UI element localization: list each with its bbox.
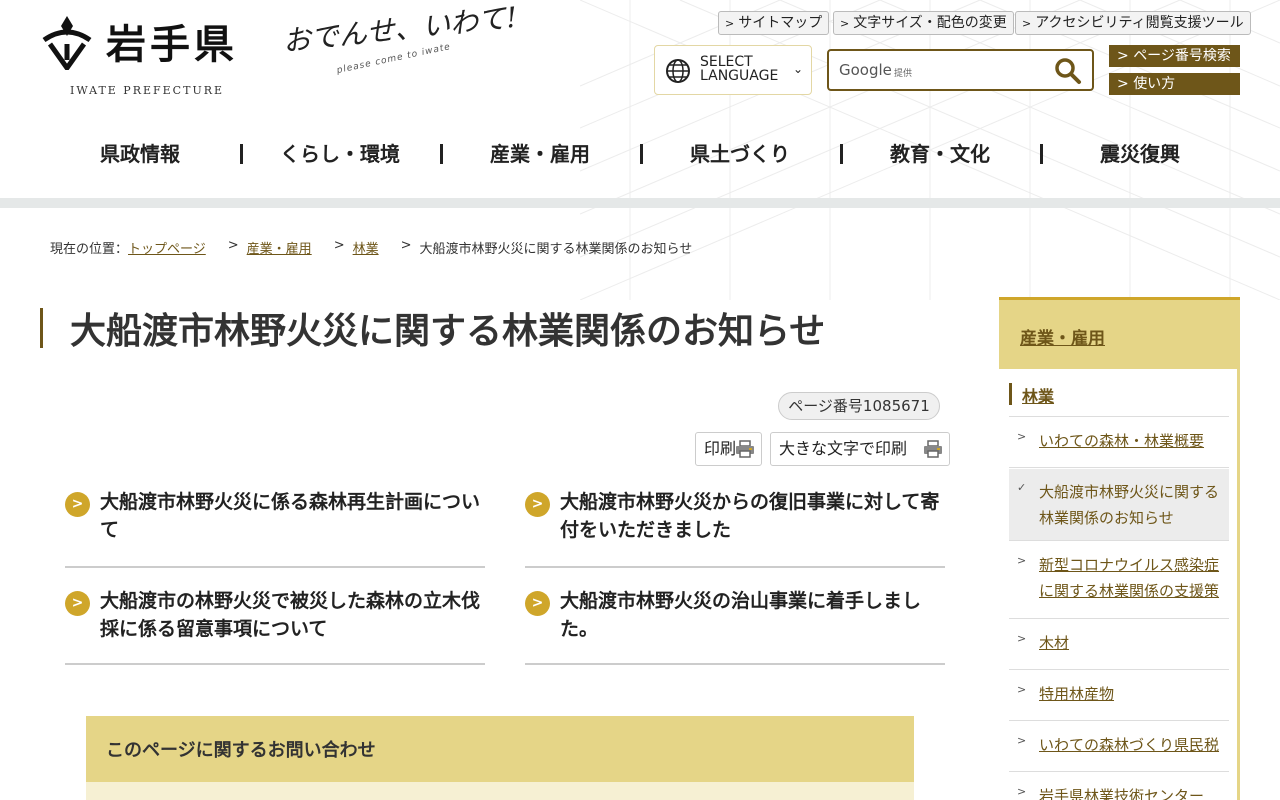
language-select[interactable]: SELECT LANGUAGE ⌄ [654, 45, 812, 95]
global-nav: 県政情報 くらし・環境 産業・雇用 県土づくり 教育・文化 震災復興 [40, 132, 1240, 176]
sidebar-item-corona[interactable]: > 新型コロナウイルス感染症に関する林業関係の支援策 [1009, 542, 1229, 619]
globe-icon [666, 59, 690, 83]
breadcrumb-separator: > [227, 238, 239, 253]
page-title: 大船渡市林野火災に関する林業関係のお知らせ [70, 311, 826, 352]
side-nav: 産業・雇用 林業 > いわての森林・林業概要 ✓ 大船渡市林野火災に関する林業関… [999, 297, 1240, 800]
nav-item-shinsai[interactable]: 震災復興 [1040, 132, 1240, 176]
chevron-right-icon: > [1017, 554, 1027, 567]
side-nav-subheading: 林業 [1009, 381, 1229, 417]
search-input[interactable] [929, 57, 1039, 83]
list-item-link[interactable]: 大船渡市林野火災の治山事業に着手しました。 [560, 587, 945, 643]
chevron-right-icon: > [1017, 734, 1027, 747]
search-brand: Google [839, 61, 892, 79]
accessibility-tool-link[interactable]: > アクセシビリティ閲覧支援ツール [1015, 11, 1251, 35]
sidebar-item-gaiyo[interactable]: > いわての森林・林業概要 [1009, 418, 1229, 468]
site-logo[interactable]: 岩手県 IWATE PREFECTURE [40, 12, 240, 102]
breadcrumb-ringyo[interactable]: 林業 [353, 238, 379, 257]
chevron-right-icon: > [1017, 632, 1027, 645]
logo-title: 岩手県 [106, 21, 238, 68]
site-header: 岩手県 IWATE PREFECTURE おでんせ、いわて! please co… [0, 0, 1280, 300]
list-item[interactable]: > 大船渡市林野火災からの復旧事業に対して寄付をいただきました [525, 482, 945, 568]
header-divider [0, 198, 1280, 208]
list-item-link[interactable]: 大船渡市の林野火災で被災した森林の立木伐採に係る留意事項について [100, 587, 485, 643]
nav-item-kyoiku[interactable]: 教育・文化 [840, 132, 1040, 176]
side-nav-heading-link[interactable]: 産業・雇用 [1020, 324, 1105, 349]
nav-item-sangyo[interactable]: 産業・雇用 [440, 132, 640, 176]
list-item-link[interactable]: 大船渡市林野火災からの復旧事業に対して寄付をいただきました [560, 488, 945, 544]
breadcrumb: 現在の位置： トップページ > 産業・雇用 > 林業 > 大船渡市林野火災に関す… [50, 238, 692, 257]
page-number-search-button[interactable]: > ページ番号検索 [1109, 45, 1240, 67]
breadcrumb-sangyo[interactable]: 産業・雇用 [247, 238, 312, 257]
chevron-right-icon: > [725, 17, 735, 30]
list-item-link[interactable]: 大船渡市林野火災に係る森林再生計画について [100, 488, 485, 544]
chevron-right-icon: > [525, 492, 550, 517]
check-icon: ✓ [1017, 481, 1027, 494]
breadcrumb-current: 大船渡市林野火災に関する林業関係のお知らせ [419, 242, 693, 257]
sidebar-item-kenminzei[interactable]: > いわての森林づくり県民税 [1009, 722, 1229, 772]
nav-item-kensei[interactable]: 県政情報 [40, 132, 240, 176]
sidebar-item-tokuyo[interactable]: > 特用林産物 [1009, 671, 1229, 721]
list-item[interactable]: > 大船渡市の林野火災で被災した森林の立木伐採に係る留意事項について [65, 581, 485, 665]
chevron-right-icon: > [525, 591, 550, 616]
sitemap-link[interactable]: > サイトマップ [718, 11, 830, 35]
nav-item-kurashi[interactable]: くらし・環境 [240, 132, 440, 176]
side-nav-rail [1237, 369, 1240, 800]
chevron-right-icon: > [1017, 430, 1027, 443]
breadcrumb-separator: > [400, 238, 412, 253]
search-box: Google 提供 [827, 49, 1094, 91]
chevron-right-icon: > [1117, 48, 1134, 64]
inquiry-body [86, 782, 914, 800]
list-item[interactable]: > 大船渡市林野火災の治山事業に着手しました。 [525, 581, 945, 665]
title-accent [40, 308, 43, 348]
chevron-down-icon: ⌄ [792, 62, 803, 76]
printer-icon [736, 440, 754, 458]
prefecture-emblem-icon [42, 16, 92, 70]
chevron-right-icon: > [1022, 17, 1032, 30]
usage-button[interactable]: > 使い方 [1109, 73, 1240, 95]
page-number-badge: ページ番号1085671 [778, 392, 940, 420]
sidebar-item-center[interactable]: > 岩手県林業技術センター [1009, 773, 1229, 800]
inquiry-header: このページに関するお問い合わせ [86, 716, 914, 782]
chevron-right-icon: > [65, 591, 90, 616]
printer-icon [924, 440, 942, 458]
chevron-right-icon: > [1017, 785, 1027, 798]
inquiry-title: このページに関するお問い合わせ [106, 740, 376, 761]
search-icon [1055, 58, 1081, 84]
search-provided-label: 提供 [894, 69, 913, 79]
text-size-color-link[interactable]: > 文字サイズ・配色の変更 [833, 11, 1014, 35]
side-nav-subheading-link[interactable]: 林業 [1022, 383, 1054, 407]
breadcrumb-top[interactable]: トップページ [128, 238, 206, 257]
list-item[interactable]: > 大船渡市林野火災に係る森林再生計画について [65, 482, 485, 568]
chevron-right-icon: > [840, 17, 850, 30]
breadcrumb-separator: > [333, 238, 345, 253]
nav-item-kendo[interactable]: 県土づくり [640, 132, 840, 176]
language-label: SELECT LANGUAGE [700, 54, 779, 84]
search-button[interactable] [1054, 57, 1082, 85]
print-button[interactable]: 印刷 [695, 432, 762, 466]
logo-subtitle: IWATE PREFECTURE [70, 84, 225, 97]
print-large-button[interactable]: 大きな文字で印刷 [770, 432, 950, 466]
chevron-right-icon: > [65, 492, 90, 517]
side-nav-heading: 産業・雇用 [999, 297, 1240, 369]
breadcrumb-label: 現在の位置： [50, 242, 129, 257]
slogan: おでんせ、いわて! [281, 0, 519, 59]
sidebar-item-mokuzai[interactable]: > 木材 [1009, 620, 1229, 670]
sidebar-item-current[interactable]: ✓ 大船渡市林野火災に関する林業関係のお知らせ [1009, 469, 1229, 541]
chevron-right-icon: > [1117, 76, 1134, 92]
chevron-right-icon: > [1017, 683, 1027, 696]
